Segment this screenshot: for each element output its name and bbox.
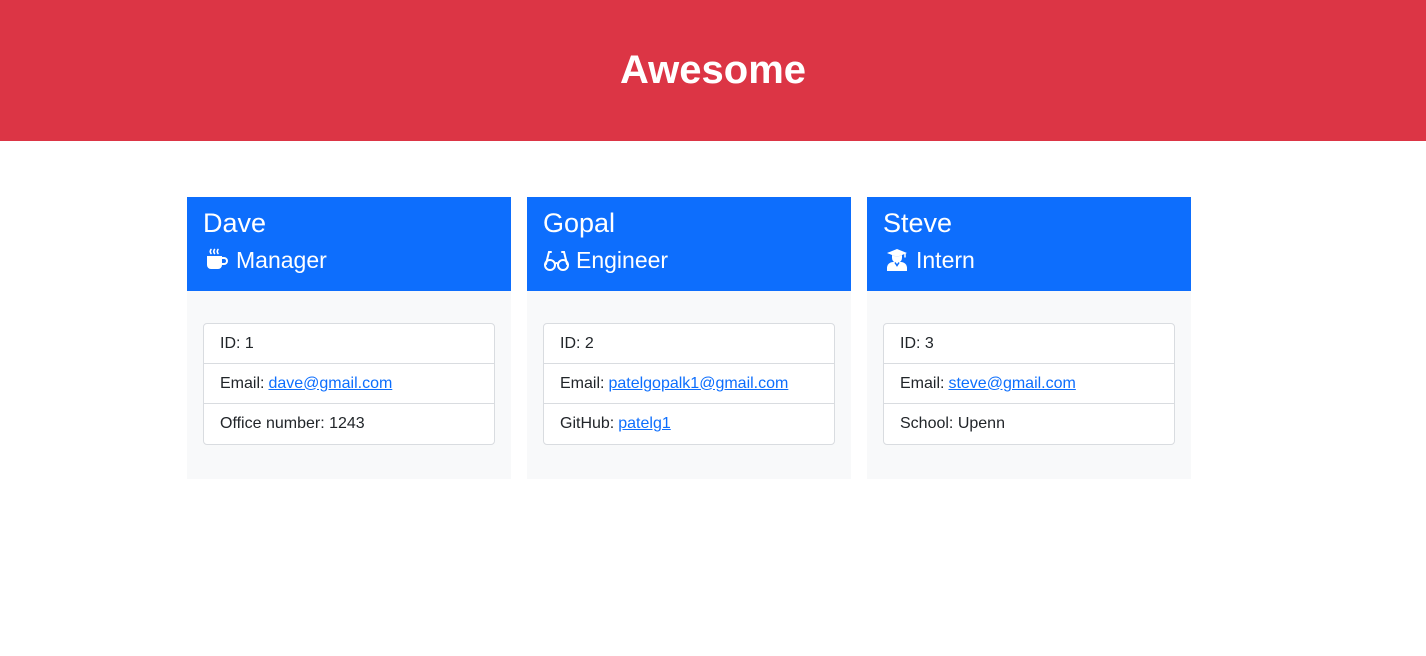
role-label: Manager xyxy=(236,247,327,273)
employee-role: Intern xyxy=(883,245,1175,275)
employee-name: Gopal xyxy=(543,208,616,238)
card-header: Steve Intern xyxy=(867,197,1191,291)
employee-card-engineer: Gopal Engineer ID: 2 Email: patelgopalk1… xyxy=(527,197,851,479)
employee-role: Manager xyxy=(203,245,495,275)
email-label: Email: xyxy=(220,374,265,392)
github: GitHub: patelg1 xyxy=(544,404,834,444)
page-title: Awesome xyxy=(619,48,806,92)
card-body: ID: 3 Email: steve@gmail.com School: Upe… xyxy=(867,291,1191,445)
school: School: Upenn xyxy=(900,415,1005,432)
employee-email: Email: patelgopalk1@gmail.com xyxy=(544,364,834,404)
employee-id: ID: 3 xyxy=(884,324,1174,364)
page-banner: Awesome xyxy=(0,0,1426,141)
email-label: Email: xyxy=(560,374,605,392)
employee-details: ID: 2 Email: patelgopalk1@gmail.com GitH… xyxy=(543,323,835,445)
email-label: Email: xyxy=(900,374,945,392)
card-header: Dave Manager xyxy=(187,197,511,291)
github-link[interactable]: patelg1 xyxy=(618,415,671,433)
card-body: ID: 1 Email: dave@gmail.com Office numbe… xyxy=(187,291,511,445)
github-label: GitHub: xyxy=(560,415,615,432)
employee-email: Email: dave@gmail.com xyxy=(204,364,494,404)
employee-card-manager: Dave Manager ID: 1 Email: dave@gmail.com xyxy=(187,197,511,479)
employee-name: Steve xyxy=(883,208,953,238)
office-number: Office number: 1243 xyxy=(220,415,365,432)
email-link[interactable]: patelgopalk1@gmail.com xyxy=(608,375,788,393)
email-link[interactable]: steve@gmail.com xyxy=(948,375,1075,393)
card-body: ID: 2 Email: patelgopalk1@gmail.com GitH… xyxy=(527,291,851,445)
employee-details: ID: 1 Email: dave@gmail.com Office numbe… xyxy=(203,323,495,445)
team-cards: Dave Manager ID: 1 Email: dave@gmail.com xyxy=(187,197,1191,479)
employee-email: Email: steve@gmail.com xyxy=(884,364,1174,404)
mug-hot-icon xyxy=(203,248,230,272)
employee-name: Dave xyxy=(203,208,267,238)
card-header: Gopal Engineer xyxy=(527,197,851,291)
employee-card-intern: Steve Intern ID: 3 Email: steve@gmail.co… xyxy=(867,197,1191,479)
email-link[interactable]: dave@gmail.com xyxy=(268,375,392,393)
role-label: Engineer xyxy=(576,247,669,273)
employee-id: ID: 2 xyxy=(544,324,834,364)
glasses-icon xyxy=(543,248,570,272)
employee-id: ID: 1 xyxy=(204,324,494,364)
user-graduate-icon xyxy=(883,248,910,272)
employee-details: ID: 3 Email: steve@gmail.com School: Upe… xyxy=(883,323,1175,445)
employee-role: Engineer xyxy=(543,245,835,275)
role-label: Intern xyxy=(916,247,975,273)
